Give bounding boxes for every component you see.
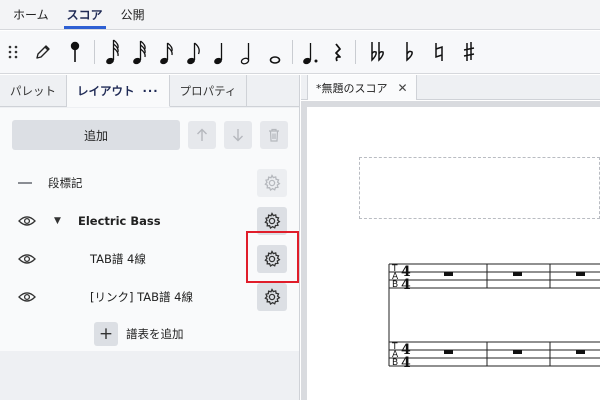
pin-icon[interactable] bbox=[60, 31, 90, 74]
gear-icon bbox=[264, 174, 281, 191]
gear-icon bbox=[264, 288, 281, 305]
natural-icon[interactable] bbox=[424, 31, 454, 74]
plus-icon: + bbox=[94, 322, 118, 346]
dotted-note-icon[interactable] bbox=[297, 31, 324, 74]
move-up-button[interactable] bbox=[188, 121, 216, 149]
tab-properties[interactable]: プロパティ bbox=[170, 75, 248, 106]
instrument-name: Electric Bass bbox=[78, 214, 161, 228]
move-down-button[interactable] bbox=[224, 121, 252, 149]
64th-note-icon[interactable] bbox=[99, 31, 126, 74]
16th-note-icon[interactable] bbox=[153, 31, 180, 74]
collapse-dash-icon bbox=[18, 182, 32, 184]
add-staff-label: 譜表を追加 bbox=[126, 327, 184, 341]
score-tab-title: *無題のスコア bbox=[316, 81, 388, 95]
menu-score[interactable]: スコア bbox=[58, 0, 112, 29]
add-button[interactable]: 追加 bbox=[12, 120, 180, 150]
layout-panel-body: 追加 段標記 ▼ Electric Bass TAB譜 4線 [リンク] TAB… bbox=[0, 108, 299, 351]
tab-clef-letter: B bbox=[392, 280, 398, 290]
panel-tabs: パレット レイアウト ··· プロパティ bbox=[0, 75, 299, 107]
highlight-box bbox=[246, 231, 299, 283]
toolbar-separator bbox=[94, 40, 95, 64]
title-frame[interactable] bbox=[359, 157, 600, 219]
tab-palette-label: パレット bbox=[10, 83, 56, 98]
close-icon[interactable]: ✕ bbox=[398, 81, 408, 95]
toolbar-separator bbox=[292, 40, 293, 64]
quarter-note-icon[interactable] bbox=[207, 31, 234, 74]
tab-clef-letter: B bbox=[392, 358, 398, 368]
pencil-icon[interactable] bbox=[26, 31, 60, 74]
quarter-rest-icon[interactable] bbox=[324, 31, 351, 74]
svg-text:4: 4 bbox=[401, 355, 411, 370]
menu-publish[interactable]: 公開 bbox=[112, 0, 154, 29]
menu-home[interactable]: ホーム bbox=[4, 0, 58, 29]
tab-palette[interactable]: パレット bbox=[0, 75, 67, 106]
tab-properties-label: プロパティ bbox=[179, 83, 237, 98]
staff-name: [リンク] TAB譜 4線 bbox=[90, 290, 193, 304]
staff-name: TAB譜 4線 bbox=[90, 252, 146, 266]
arrow-down-icon bbox=[233, 129, 243, 142]
expand-arrow-icon[interactable]: ▼ bbox=[54, 216, 61, 226]
arrow-up-icon bbox=[197, 128, 207, 141]
gear-icon bbox=[264, 212, 281, 229]
sharp-icon[interactable] bbox=[454, 31, 484, 74]
visibility-eye-icon[interactable] bbox=[18, 291, 36, 306]
row-label: 段標記 bbox=[48, 176, 83, 190]
eighth-note-icon[interactable] bbox=[180, 31, 207, 74]
settings-button[interactable] bbox=[257, 169, 287, 197]
half-note-icon[interactable] bbox=[234, 31, 261, 74]
list-item-system-marks[interactable]: 段標記 bbox=[0, 164, 299, 202]
tab-layout-label: レイアウト bbox=[77, 83, 135, 98]
svg-text:4: 4 bbox=[401, 277, 411, 293]
delete-button[interactable] bbox=[260, 121, 288, 149]
settings-button[interactable] bbox=[257, 283, 287, 311]
score-tab-bar: *無題のスコア ✕ bbox=[301, 75, 600, 100]
32nd-note-icon[interactable] bbox=[126, 31, 153, 74]
add-row: 追加 bbox=[12, 120, 288, 150]
list-item-linked-staff[interactable]: [リンク] TAB譜 4線 bbox=[0, 278, 299, 316]
score-tab[interactable]: *無題のスコア ✕ bbox=[307, 75, 417, 100]
double-flat-icon[interactable] bbox=[360, 31, 394, 74]
more-options-icon[interactable]: ··· bbox=[143, 84, 159, 98]
add-staff-button[interactable]: + 譜表を追加 bbox=[94, 322, 184, 346]
flat-icon[interactable] bbox=[394, 31, 424, 74]
tab-layout[interactable]: レイアウト ··· bbox=[67, 75, 170, 107]
menu-bar: ホーム スコア 公開 bbox=[0, 0, 600, 30]
visibility-eye-icon[interactable] bbox=[18, 253, 36, 268]
trash-icon bbox=[269, 128, 279, 142]
tab-staves[interactable]: T A B T A B 44 44 bbox=[386, 258, 600, 370]
note-input-toolbar bbox=[0, 31, 600, 74]
drag-handle-icon[interactable] bbox=[0, 31, 26, 74]
visibility-eye-icon[interactable] bbox=[18, 215, 36, 230]
whole-note-icon[interactable] bbox=[261, 31, 288, 74]
toolbar-separator bbox=[355, 40, 356, 64]
